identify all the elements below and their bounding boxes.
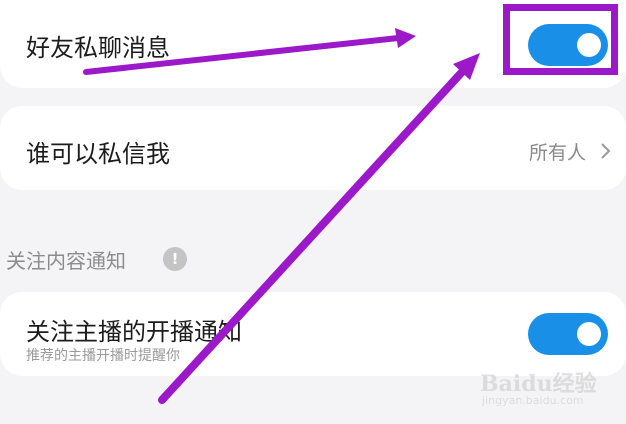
- annotation-arrow-line: [83, 35, 401, 75]
- annotation-arrowhead: [395, 28, 416, 48]
- annotation-arrows: [83, 28, 480, 404]
- watermark-url: jingyan.baidu.com: [482, 394, 584, 407]
- baidu-jingyan-watermark: Baidu经验 jingyan.baidu.com: [480, 366, 620, 412]
- annotation-arrow-line: [158, 68, 466, 404]
